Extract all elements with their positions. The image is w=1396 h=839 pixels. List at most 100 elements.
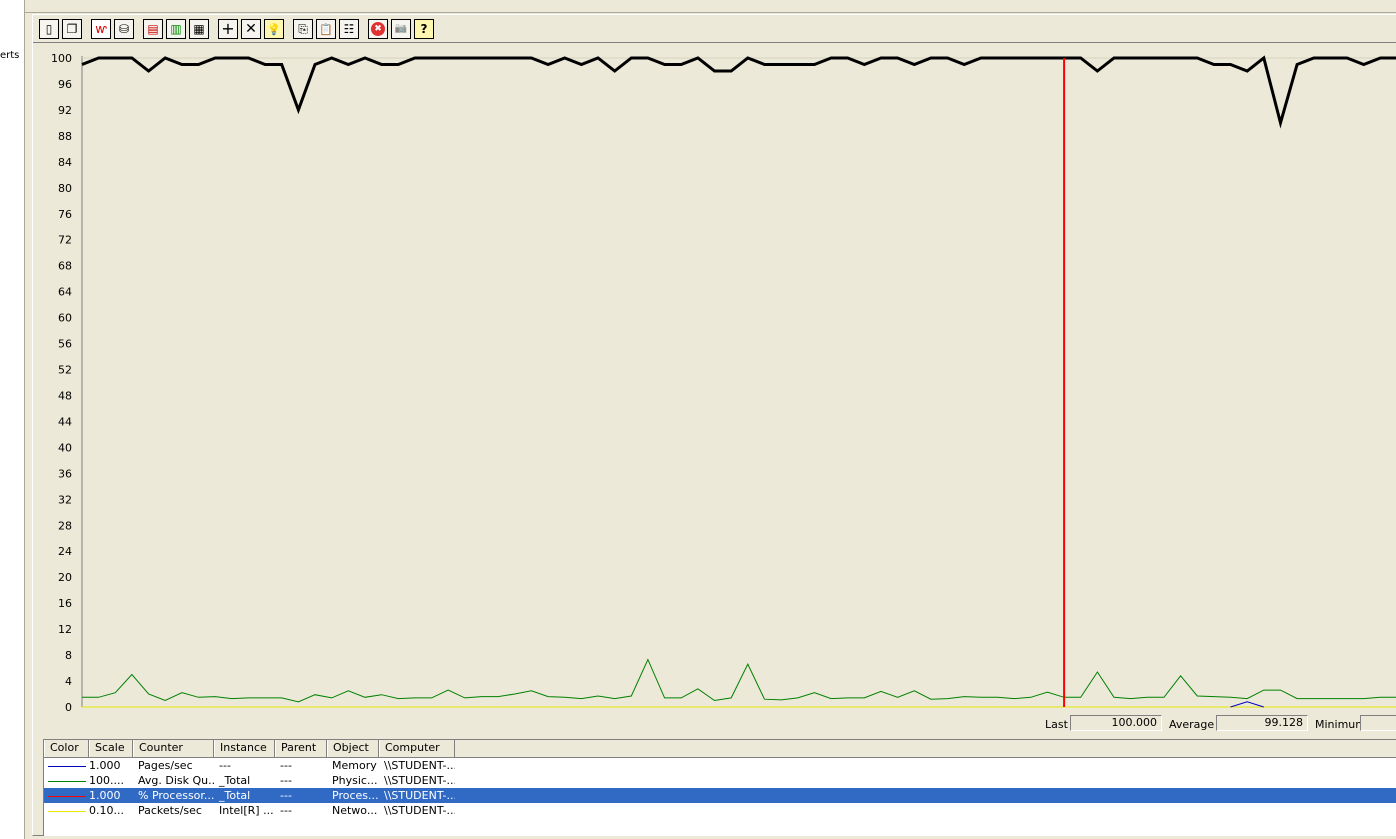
minimum-label: Minimum: [1315, 718, 1366, 731]
view-histogram-button[interactable]: ▥: [166, 19, 186, 39]
legend-row[interactable]: 1.000 % Processor... _Total --- Proces..…: [44, 788, 1396, 803]
average-label: Average: [1169, 718, 1215, 731]
view-report-button[interactable]: ▦: [189, 19, 209, 39]
system-monitor-toolbar: ▯ ❐ ⱳ ⛁ ▤ ▥ ▦ + ✕ 💡 ⎘ 📋 ☷ ✖ 📷 ?: [39, 17, 437, 41]
y-tick-label: 28: [58, 519, 72, 532]
legend-scale: 1.000: [89, 759, 121, 772]
legend-color-swatch: [44, 788, 89, 803]
legend-row[interactable]: 100.... Avg. Disk Qu... _Total --- Physi…: [44, 773, 1396, 788]
legend-color-swatch: [44, 758, 89, 773]
clear-display-icon: ❐: [66, 22, 78, 36]
highlight-button[interactable]: 💡: [264, 19, 284, 39]
legend-object: Physic...: [332, 774, 378, 787]
y-tick-label: 64: [58, 286, 72, 299]
y-tick-label: 96: [58, 78, 72, 91]
update-data-button[interactable]: 📷: [391, 19, 411, 39]
y-tick-label: 36: [58, 467, 72, 480]
legend-header: Color Scale Counter Instance Parent Obje…: [44, 740, 1396, 758]
legend-scale: 1.000: [89, 789, 121, 802]
y-tick-label: 4: [65, 675, 72, 688]
y-tick-label: 40: [58, 441, 72, 454]
freeze-display-button[interactable]: ✖: [368, 19, 388, 39]
last-value-field: 100.000: [1070, 715, 1162, 731]
legend-counter: Packets/sec: [138, 804, 202, 817]
y-tick-label: 24: [58, 545, 72, 558]
column-header-counter[interactable]: Counter: [133, 740, 214, 757]
copy-icon: ⎘: [298, 22, 308, 36]
delete-counter-button[interactable]: ✕: [241, 19, 261, 39]
legend-parent: ---: [280, 789, 292, 802]
y-tick-label: 56: [58, 338, 72, 351]
y-tick-label: 68: [58, 260, 72, 273]
legend-parent: ---: [280, 759, 292, 772]
view-graph-button[interactable]: ▤: [143, 19, 163, 39]
legend-parent: ---: [280, 774, 292, 787]
console-tree-pane[interactable]: erts: [0, 0, 25, 839]
legend-scale: 100....: [89, 774, 124, 787]
y-tick-label: 20: [58, 571, 72, 584]
report-view-icon: ▦: [193, 22, 205, 36]
y-tick-label: 12: [58, 623, 72, 636]
legend-rows: 1.000 Pages/sec --- --- Memory \\STUDENT…: [44, 758, 1396, 818]
y-tick-label: 88: [58, 130, 72, 143]
value-bar: Last 100.000 Average 99.128 Minimum: [33, 713, 1396, 733]
legend-counter: % Processor...: [138, 789, 214, 802]
last-label: Last: [1045, 718, 1068, 731]
window-top-edge: [25, 0, 1396, 13]
y-tick-label: 32: [58, 493, 72, 506]
legend-color-swatch: [44, 773, 89, 788]
delete-x-icon: ✕: [245, 21, 257, 37]
properties-button[interactable]: ☷: [339, 19, 359, 39]
column-header-instance[interactable]: Instance: [214, 740, 275, 757]
legend-parent: ---: [280, 804, 292, 817]
current-activity-icon: ⱳ: [95, 22, 107, 36]
legend-counter: Pages/sec: [138, 759, 193, 772]
column-header-computer[interactable]: Computer: [379, 740, 455, 757]
legend-computer: \\STUDENT-...: [384, 774, 455, 787]
camera-icon: 📷: [394, 23, 408, 34]
y-tick-label: 76: [58, 208, 72, 221]
graph-pane: 0 4 8 12 16 20 24 28 32 36 40 44 48 52 56 60 64 68 72 76 80 8…: [33, 42, 1396, 740]
new-counter-set-icon: ▯: [45, 22, 53, 36]
y-tick-label: 8: [65, 649, 72, 662]
properties-icon: ☷: [343, 22, 355, 36]
paste-clipboard-icon: 📋: [319, 22, 333, 36]
legend-row[interactable]: 0.10... Packets/sec Intel[R] ... --- Net…: [44, 803, 1396, 818]
performance-line-chart: 0481216202428323640444852566064687276808…: [51, 52, 1396, 714]
add-counter-button[interactable]: +: [218, 19, 238, 39]
help-button[interactable]: ?: [414, 19, 434, 39]
graph-view-icon: ▤: [147, 22, 159, 36]
y-tick-label: 16: [58, 597, 72, 610]
legend-computer: \\STUDENT-...: [384, 759, 455, 772]
help-icon: ?: [420, 22, 428, 36]
tree-item-alerts-label[interactable]: erts: [0, 50, 19, 61]
legend-object: Proces...: [332, 789, 379, 802]
view-current-activity-button[interactable]: ⱳ: [91, 19, 111, 39]
legend-instance: _Total: [219, 774, 251, 787]
paste-counter-list-button[interactable]: 📋: [316, 19, 336, 39]
minimum-value-field: [1360, 715, 1396, 731]
counter-legend-list[interactable]: Color Scale Counter Instance Parent Obje…: [43, 739, 1396, 836]
new-counter-set-button[interactable]: ▯: [39, 19, 59, 39]
legend-object: Memory: [332, 759, 377, 772]
copy-properties-button[interactable]: ⎘: [293, 19, 313, 39]
legend-computer: \\STUDENT-...: [384, 804, 455, 817]
y-tick-label: 84: [58, 156, 72, 169]
y-tick-label: 44: [58, 415, 72, 428]
legend-row[interactable]: 1.000 Pages/sec --- --- Memory \\STUDENT…: [44, 758, 1396, 773]
legend-counter: Avg. Disk Qu...: [138, 774, 214, 787]
column-header-object[interactable]: Object: [327, 740, 379, 757]
view-log-data-button[interactable]: ⛁: [114, 19, 134, 39]
legend-color-swatch: [44, 803, 89, 818]
column-header-parent[interactable]: Parent: [275, 740, 327, 757]
clear-display-button[interactable]: ❐: [62, 19, 82, 39]
column-header-scale[interactable]: Scale: [89, 740, 133, 757]
legend-computer: \\STUDENT-...: [384, 789, 455, 802]
column-header-color[interactable]: Color: [44, 740, 89, 757]
y-tick-label: 52: [58, 364, 72, 377]
series-line-1: [82, 658, 1396, 703]
legend-scale: 0.10...: [89, 804, 124, 817]
lightbulb-icon: 💡: [267, 22, 281, 36]
series-line-2: [1230, 701, 1264, 708]
y-tick-label: 48: [58, 389, 72, 402]
